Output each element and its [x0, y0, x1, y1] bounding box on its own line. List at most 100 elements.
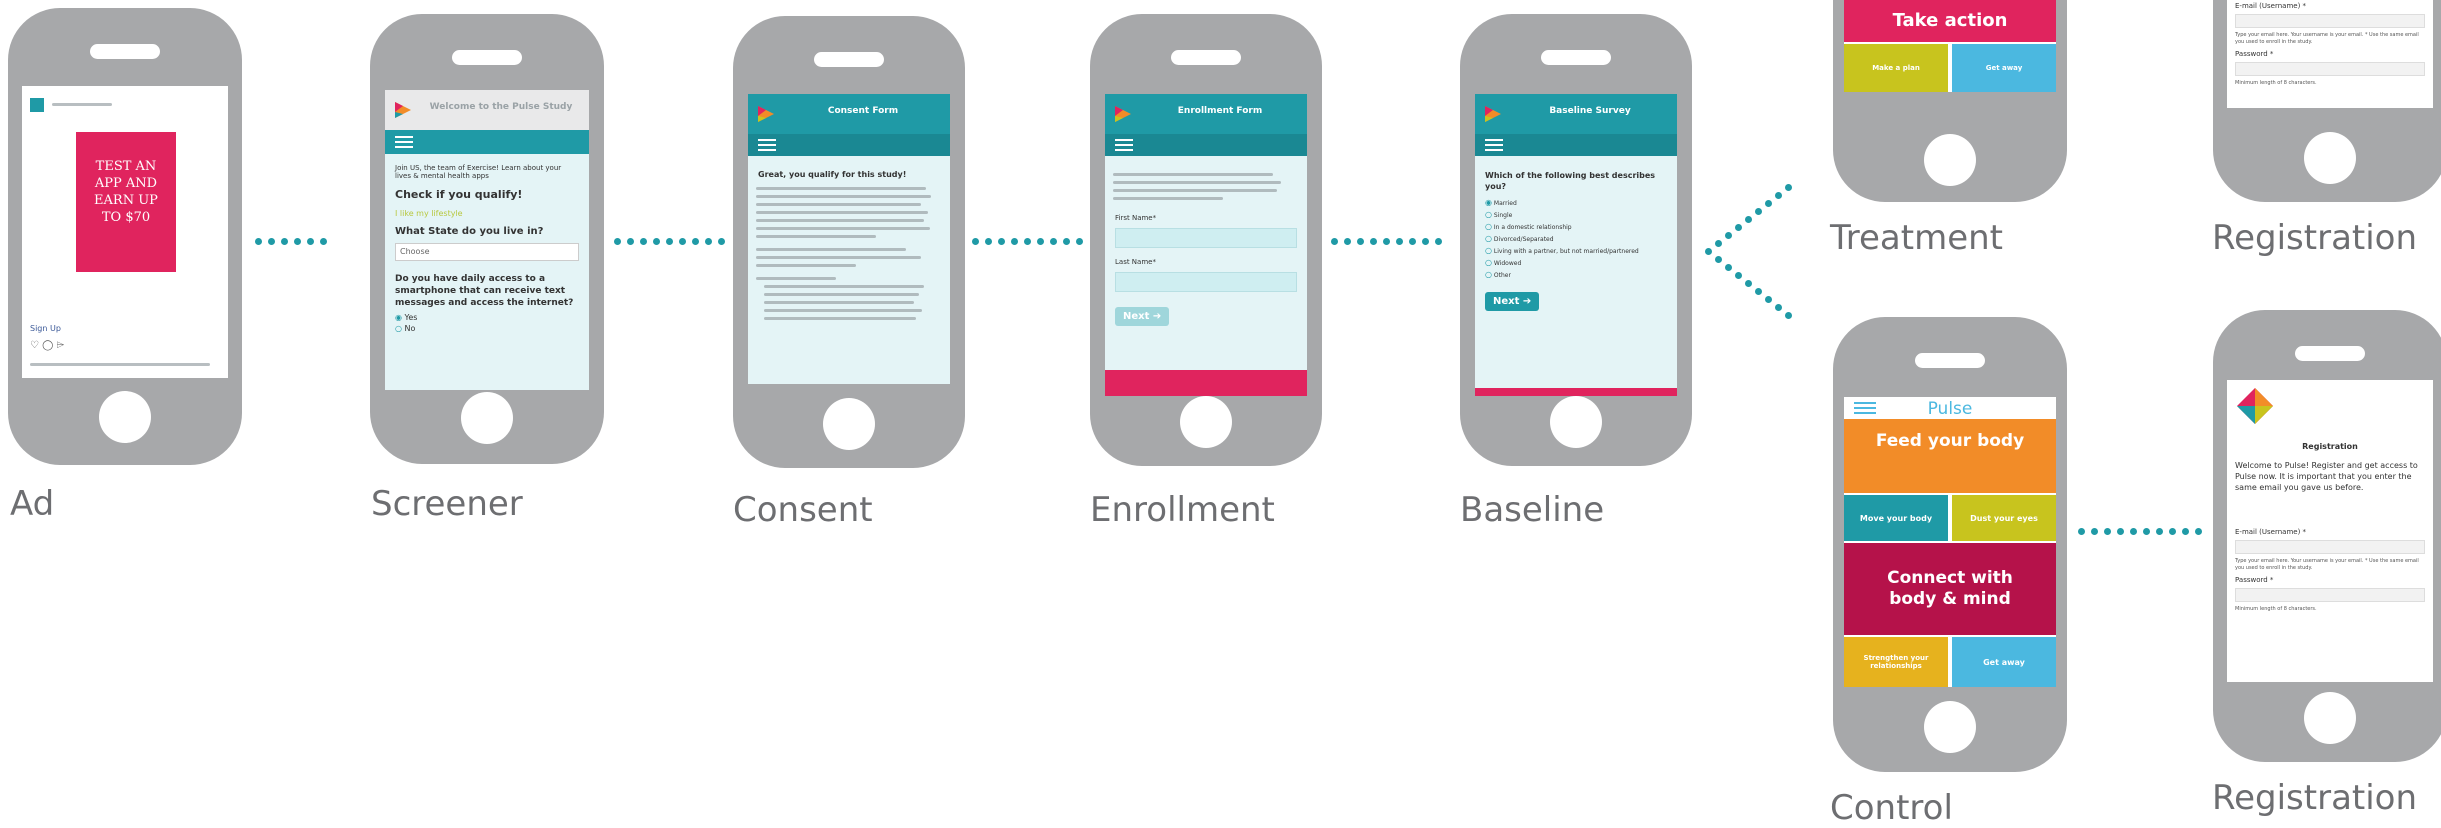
pulse-logo-icon — [393, 100, 413, 120]
get-away-tile[interactable]: Get away — [1952, 637, 2056, 687]
baseline-title: Baseline Survey — [1549, 106, 1631, 116]
option-label: Married — [1493, 200, 1517, 207]
registration-top-phone: E-mail (Username) * Type your email here… — [2213, 0, 2441, 202]
speaker — [1915, 353, 1985, 368]
menu-button[interactable] — [1475, 134, 1677, 156]
baseline-header: Baseline Survey — [1475, 94, 1677, 134]
strengthen-relationships-tile[interactable]: Strengthen your relationships — [1844, 637, 1948, 687]
home-button — [99, 391, 151, 443]
pulse-logo-icon — [2235, 386, 2275, 430]
ad-header-line — [52, 103, 112, 106]
option-label: Single — [1493, 212, 1513, 219]
menu-button[interactable] — [385, 130, 589, 154]
next-label: Next — [1493, 296, 1520, 307]
email-help: Type your email here. Your username is y… — [2235, 32, 2419, 45]
enrollment-intro-text — [1105, 156, 1307, 200]
make-a-plan-tile[interactable]: Make a plan — [1844, 44, 1948, 92]
baseline-option-5[interactable]: ○ Widowed — [1485, 258, 1667, 267]
control-app-name: Pulse — [1927, 399, 1973, 419]
pulse-logo-icon — [1113, 104, 1133, 124]
home-button — [1924, 701, 1976, 753]
baseline-phone: Baseline Survey Which of the following b… — [1460, 14, 1692, 466]
baseline-option-2[interactable]: ○ In a domestic relationship — [1485, 222, 1667, 231]
caption-registration-bottom: Registration — [2212, 778, 2418, 818]
last-name-field[interactable] — [1115, 272, 1297, 292]
screener-question-1: Check if you qualify! — [395, 188, 523, 201]
ad-caption-line — [30, 363, 210, 366]
next-button[interactable]: Next ➔ — [1115, 307, 1170, 326]
take-action-tile[interactable]: Take action — [1844, 0, 2056, 42]
baseline-question: Which of the following best describes yo… — [1485, 171, 1656, 191]
speaker — [1541, 50, 1611, 65]
ad-phone: TEST AN APP AND EARN UP TO $70 Sign Up ♡… — [8, 8, 242, 465]
email-label: E-mail (Username) * — [2235, 528, 2307, 536]
caption-treatment: Treatment — [1830, 218, 2004, 258]
ad-sign-up-link[interactable]: Sign Up — [30, 324, 61, 333]
control-screen: Pulse Feed your body Move your body Dust… — [1844, 397, 2056, 687]
no-label: No — [404, 324, 416, 333]
first-name-field[interactable] — [1115, 228, 1297, 248]
baseline-option-1[interactable]: ○ Single — [1485, 210, 1667, 219]
baseline-option-3[interactable]: ○ Divorced/Separated — [1485, 234, 1667, 243]
email-help: Type your email here. Your username is y… — [2235, 558, 2419, 571]
yes-label: Yes — [404, 313, 418, 322]
consent-body-text — [748, 187, 950, 320]
move-your-body-tile[interactable]: Move your body — [1844, 495, 1948, 541]
consent-intro: Great, you qualify for this study! — [758, 170, 907, 179]
speaker — [814, 52, 884, 67]
next-button[interactable]: Next ➔ — [1485, 292, 1540, 311]
baseline-screen: Baseline Survey Which of the following b… — [1475, 94, 1677, 396]
speaker — [90, 44, 160, 59]
get-away-tile[interactable]: Get away — [1952, 44, 2056, 92]
menu-button[interactable] — [1105, 134, 1307, 156]
email-field[interactable] — [2235, 14, 2425, 28]
password-label: Password * — [2235, 50, 2274, 58]
enrollment-title: Enrollment Form — [1177, 106, 1263, 116]
enrollment-footer-bar — [1105, 370, 1307, 396]
password-field[interactable] — [2235, 588, 2425, 602]
caption-registration-top: Registration — [2212, 218, 2418, 258]
ad-screen: TEST AN APP AND EARN UP TO $70 Sign Up ♡… — [22, 86, 228, 378]
pulse-logo-icon — [1483, 104, 1503, 124]
dust-your-eyes-tile[interactable]: Dust your eyes — [1952, 495, 2056, 541]
option-label: Widowed — [1493, 260, 1522, 267]
home-button — [1924, 134, 1976, 186]
email-field[interactable] — [2235, 540, 2425, 554]
first-name-label: First Name* — [1115, 214, 1157, 222]
enrollment-header: Enrollment Form — [1105, 94, 1307, 134]
control-phone: Pulse Feed your body Move your body Dust… — [1833, 317, 2067, 772]
baseline-option-6[interactable]: ○ Other — [1485, 270, 1667, 279]
yes-radio[interactable]: ◉ Yes — [395, 313, 579, 322]
connect-body-mind-tile[interactable]: Connect with body & mind — [1844, 543, 2056, 635]
no-radio[interactable]: ○ No — [395, 324, 579, 333]
feed-your-body-tile[interactable]: Feed your body — [1844, 419, 2056, 493]
registration-title: Registration — [2302, 442, 2358, 451]
ad-poster: TEST AN APP AND EARN UP TO $70 — [76, 132, 176, 272]
pulse-logo-icon — [756, 104, 776, 124]
password-field[interactable] — [2235, 62, 2425, 76]
option-label: Living with a partner, but not married/p… — [1493, 248, 1639, 255]
screener-phone: Welcome to the Pulse Study Join US, the … — [370, 14, 604, 464]
screener-question-2: What State do you live in? — [395, 226, 544, 237]
ad-reaction-icons: ♡ ◯ ⌲ — [30, 340, 65, 351]
baseline-footer-bar — [1475, 388, 1677, 396]
option-label: Other — [1493, 272, 1511, 279]
control-app-bar: Pulse — [1844, 397, 2056, 419]
last-name-label: Last Name* — [1115, 258, 1156, 266]
state-select[interactable]: Choose — [395, 243, 579, 261]
password-label: Password * — [2235, 576, 2274, 584]
baseline-option-4[interactable]: ○ Living with a partner, but not married… — [1485, 246, 1667, 255]
ad-logo-icon — [30, 98, 44, 112]
home-button — [2304, 692, 2356, 744]
baseline-option-0[interactable]: ◉ Married — [1485, 198, 1667, 207]
ad-poster-text: TEST AN APP AND EARN UP TO $70 — [94, 159, 158, 225]
registration-top-screen: E-mail (Username) * Type your email here… — [2227, 0, 2433, 108]
screener-option[interactable]: I like my lifestyle — [395, 209, 579, 218]
menu-button[interactable] — [748, 134, 950, 156]
caption-baseline: Baseline — [1460, 490, 1605, 530]
speaker — [2295, 346, 2365, 361]
home-button — [1550, 396, 1602, 448]
registration-bottom-phone: Registration Welcome to Pulse! Register … — [2213, 310, 2441, 762]
screener-header: Welcome to the Pulse Study — [385, 90, 589, 130]
screener-intro: Join US, the team of Exercise! Learn abo… — [395, 164, 562, 180]
